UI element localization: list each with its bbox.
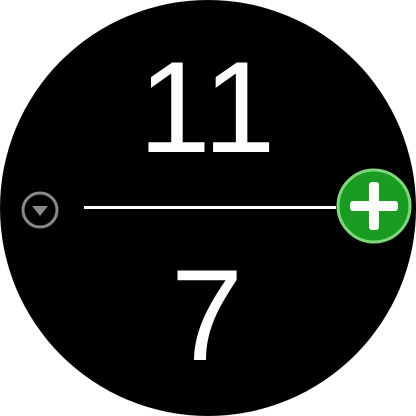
- decrease-button[interactable]: [20, 190, 60, 230]
- plus-circle-icon: [336, 168, 412, 244]
- increase-button[interactable]: [334, 166, 414, 246]
- bottom-counter-value: 7: [170, 242, 246, 388]
- screen: 11 7: [0, 0, 416, 416]
- divider-line: [84, 206, 336, 209]
- chevron-down-circle-icon: [21, 191, 59, 229]
- watch-face: 11 7: [0, 0, 416, 416]
- top-counter-value: 11: [138, 34, 278, 180]
